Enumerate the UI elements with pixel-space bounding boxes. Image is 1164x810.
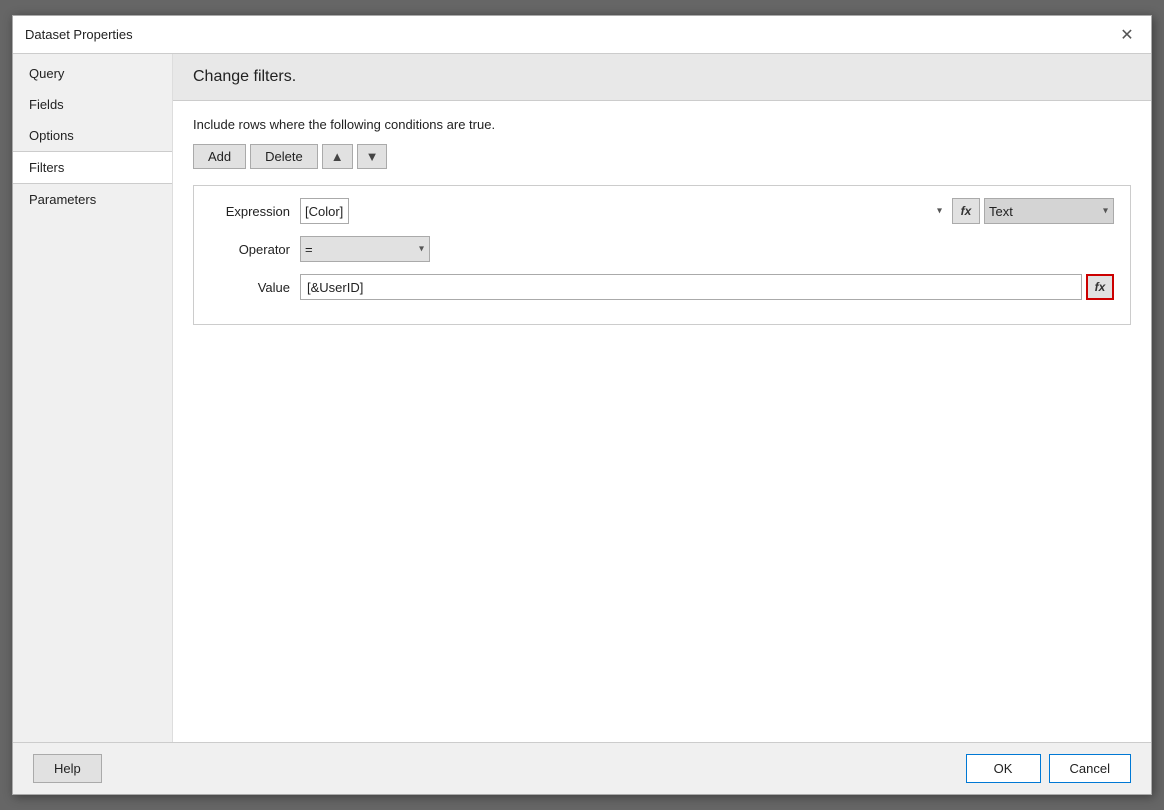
content-area: Include rows where the following conditi… bbox=[173, 101, 1151, 742]
expression-input-group: [Color] fx Text bbox=[300, 198, 1114, 224]
toolbar: Add Delete ▲ ▼ bbox=[193, 144, 1131, 169]
section-header: Change filters. bbox=[173, 54, 1151, 101]
operator-select[interactable]: = bbox=[300, 236, 430, 262]
expression-fx-button[interactable]: fx bbox=[952, 198, 980, 224]
cancel-button[interactable]: Cancel bbox=[1049, 754, 1131, 783]
move-down-button[interactable]: ▼ bbox=[357, 144, 388, 169]
value-fx-button[interactable]: fx bbox=[1086, 274, 1114, 300]
expression-type-wrapper: Text bbox=[984, 198, 1114, 224]
operator-label: Operator bbox=[210, 242, 290, 257]
value-row: Value fx bbox=[210, 274, 1114, 300]
section-title: Change filters. bbox=[193, 68, 296, 85]
sidebar-item-query[interactable]: Query bbox=[13, 58, 172, 89]
expression-row: Expression [Color] fx bbox=[210, 198, 1114, 224]
expression-label: Expression bbox=[210, 204, 290, 219]
operator-row: Operator = bbox=[210, 236, 1114, 262]
ok-button[interactable]: OK bbox=[966, 754, 1041, 783]
help-button[interactable]: Help bbox=[33, 754, 102, 783]
close-button[interactable]: ✕ bbox=[1115, 23, 1139, 47]
value-label: Value bbox=[210, 280, 290, 295]
dialog-body: Query Fields Options Filters Parameters … bbox=[13, 54, 1151, 742]
filter-table: Expression [Color] fx bbox=[193, 185, 1131, 325]
expression-type-select[interactable]: Text bbox=[984, 198, 1114, 224]
main-content: Change filters. Include rows where the f… bbox=[173, 54, 1151, 742]
instruction-text: Include rows where the following conditi… bbox=[193, 117, 1131, 132]
expression-select[interactable]: [Color] bbox=[300, 198, 349, 224]
sidebar-item-filters[interactable]: Filters bbox=[13, 151, 172, 184]
sidebar-item-parameters[interactable]: Parameters bbox=[13, 184, 172, 215]
title-bar: Dataset Properties ✕ bbox=[13, 16, 1151, 54]
sidebar: Query Fields Options Filters Parameters bbox=[13, 54, 173, 742]
footer-buttons: OK Cancel bbox=[966, 754, 1131, 783]
dialog: Dataset Properties ✕ Query Fields Option… bbox=[12, 15, 1152, 795]
sidebar-item-options[interactable]: Options bbox=[13, 120, 172, 151]
move-up-button[interactable]: ▲ bbox=[322, 144, 353, 169]
sidebar-item-fields[interactable]: Fields bbox=[13, 89, 172, 120]
dialog-title: Dataset Properties bbox=[25, 27, 133, 42]
operator-input-group: = bbox=[300, 236, 1114, 262]
delete-button[interactable]: Delete bbox=[250, 144, 318, 169]
expression-select-wrapper: [Color] bbox=[300, 198, 948, 224]
operator-select-wrapper: = bbox=[300, 236, 430, 262]
value-input[interactable] bbox=[300, 274, 1082, 300]
dialog-footer: Help OK Cancel bbox=[13, 742, 1151, 794]
fx-icon: fx bbox=[961, 204, 972, 218]
fx-icon-value: fx bbox=[1095, 280, 1106, 294]
value-input-group: fx bbox=[300, 274, 1114, 300]
add-button[interactable]: Add bbox=[193, 144, 246, 169]
